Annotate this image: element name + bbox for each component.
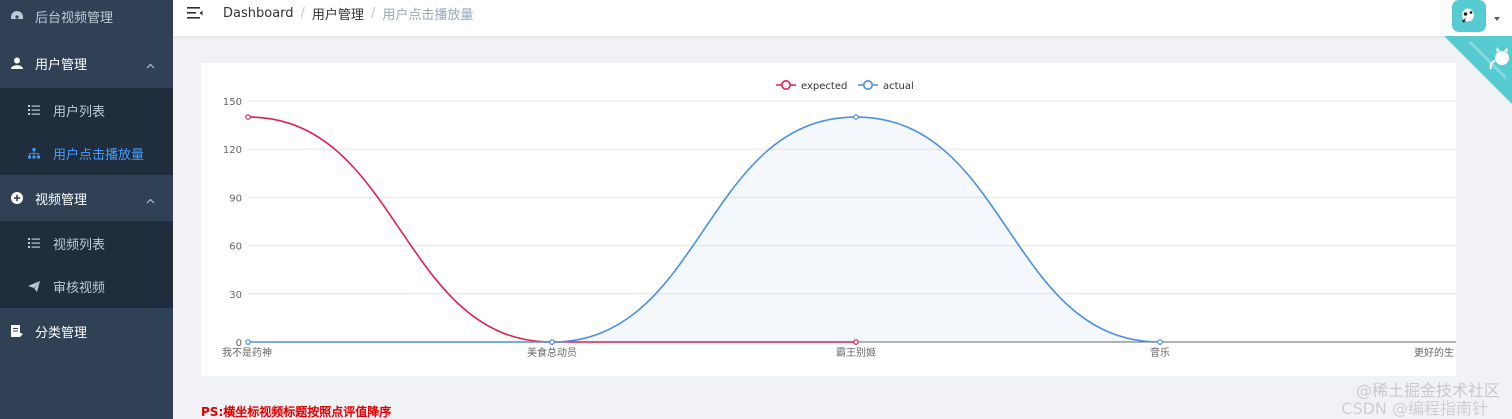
breadcrumb-item[interactable]: 用户管理 — [312, 4, 364, 23]
y-tick-label: 150 — [223, 97, 242, 108]
menu-video-management[interactable]: 视频管理 — [0, 176, 173, 220]
legend-item-actual: actual — [858, 79, 914, 92]
menu-label: 用户管理 — [35, 57, 88, 73]
ps-note: PS:横坐标视频标题按照点评值降序 — [201, 405, 392, 419]
breadcrumb: Dashboard / 用户管理 / 用户点击播放量 — [223, 4, 473, 23]
legend-label: expected — [801, 81, 847, 92]
line-chart: 0306090120150 我不是药神 美食总动员 霸王别姬 音乐 更好的生 expec… — [222, 79, 1456, 359]
watermark: CSDN @编程指南针 — [1341, 399, 1488, 418]
hamburger-icon[interactable] — [187, 5, 203, 19]
legend-label: actual — [883, 81, 914, 92]
doc-icon — [10, 324, 24, 338]
avatar[interactable] — [1452, 0, 1486, 32]
tree-icon — [27, 146, 41, 160]
data-point-actual — [853, 114, 859, 120]
chart-panel: 0 30 60 90 120 150 我不是药神 美食总动员 霸王别姬 音乐 更好的生 expec… — [201, 63, 1456, 376]
menu-user-management[interactable]: 用户管理 — [0, 41, 173, 85]
x-tick-label: 美食总动员 — [527, 346, 577, 359]
list-icon — [27, 103, 41, 117]
menu-video-admin[interactable]: 后台视频管理 — [0, 0, 173, 38]
menu-label: 分类管理 — [35, 325, 88, 341]
x-tick-label: 更好的生 — [1414, 346, 1454, 359]
chevron-up-icon — [146, 58, 155, 73]
y-tick-label: 30 — [229, 290, 242, 301]
y-tick-label: 60 — [229, 242, 242, 253]
menu-label: 视频列表 — [53, 237, 106, 253]
menu-review-videos[interactable]: 审核视频 — [0, 264, 173, 308]
chevron-up-icon — [146, 193, 155, 208]
breadcrumb-separator: / — [300, 6, 305, 21]
x-tick-label: 音乐 — [1150, 346, 1170, 359]
x-tick-label: 我不是药神 — [222, 346, 272, 359]
menu-user-list[interactable]: 用户列表 — [0, 88, 173, 132]
menu-label: 审核视频 — [53, 280, 106, 296]
data-point-expected — [245, 114, 251, 120]
breadcrumb-current: 用户点击播放量 — [382, 8, 474, 23]
breadcrumb-separator: / — [370, 6, 376, 21]
legend-item-expected: expected — [776, 79, 847, 92]
breadcrumb-item[interactable]: Dashboard — [223, 6, 294, 21]
menu-category-management[interactable]: 分类管理 — [0, 309, 173, 353]
list-icon — [27, 236, 41, 250]
y-tick-label: 120 — [223, 145, 242, 156]
navbar: Dashboard / 用户管理 / 用户点击播放量 — [173, 0, 1512, 36]
data-point-actual — [1157, 339, 1163, 345]
user-icon — [10, 56, 24, 70]
menu-label: 用户点击播放量 — [53, 147, 145, 163]
x-tick-label: 霸王别姬 — [836, 346, 876, 359]
send-icon — [27, 279, 41, 293]
menu-user-click-plays[interactable]: 用户点击播放量 — [0, 131, 173, 175]
plus-circle-icon — [10, 191, 24, 205]
dashboard-icon — [10, 9, 24, 23]
menu-label: 视频管理 — [35, 192, 88, 208]
data-point-actual — [245, 339, 251, 345]
data-point-actual — [549, 339, 555, 345]
data-point-expected — [853, 339, 859, 345]
caret-down-icon[interactable] — [1494, 17, 1500, 21]
y-tick-label: 90 — [229, 193, 242, 204]
menu-video-list[interactable]: 视频列表 — [0, 221, 173, 265]
sidebar: 后台视频管理 用户管理 用户列表 用户点击播放量 视频管理 视频列表 审核视频 … — [0, 0, 173, 419]
menu-label: 用户列表 — [53, 104, 106, 120]
menu-label: 后台视频管理 — [35, 10, 114, 26]
